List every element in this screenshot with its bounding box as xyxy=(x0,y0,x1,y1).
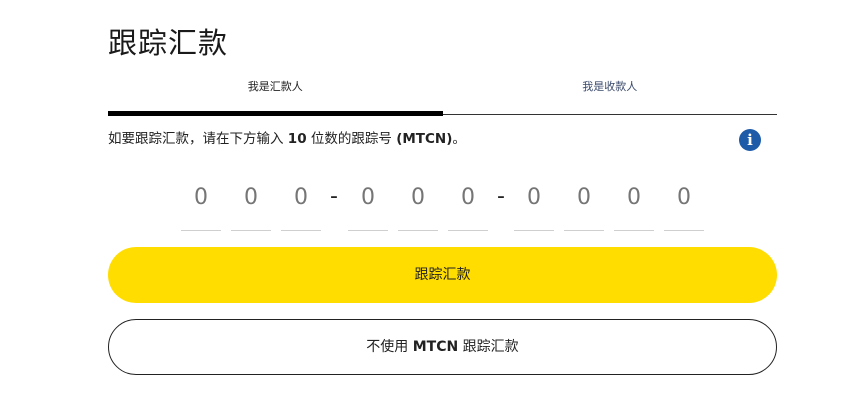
mtcn-digit-4[interactable] xyxy=(348,180,388,214)
instruction-middle: 位数的跟踪号 xyxy=(306,131,397,147)
instruction-code: (MTCN) xyxy=(396,131,453,147)
tab-receiver[interactable]: 我是收款人 xyxy=(443,70,778,114)
instruction-prefix: 如要跟踪汇款，请在下方输入 xyxy=(108,131,288,147)
no-mtcn-suffix: 跟踪汇款 xyxy=(458,339,519,355)
page: 跟踪汇款 我是汇款人 我是收款人 如要跟踪汇款，请在下方输入 10 位数的跟踪号… xyxy=(0,0,860,417)
instruction-count: 10 xyxy=(287,131,307,147)
mtcn-digit-8[interactable] xyxy=(564,180,604,214)
mtcn-digit-box xyxy=(348,180,388,231)
tab-sender[interactable]: 我是汇款人 xyxy=(108,70,443,116)
mtcn-digit-box xyxy=(614,180,654,231)
info-icon[interactable]: i xyxy=(739,129,761,151)
mtcn-digit-box xyxy=(514,180,554,231)
mtcn-digit-box xyxy=(281,180,321,231)
tab-bar: 我是汇款人 我是收款人 xyxy=(108,70,778,116)
mtcn-input-row: - - xyxy=(181,180,721,232)
mtcn-digit-box xyxy=(231,180,271,231)
instruction-suffix: 。 xyxy=(452,131,466,147)
mtcn-digit-box xyxy=(448,180,488,231)
no-mtcn-prefix: 不使用 xyxy=(366,339,413,355)
mtcn-digit-6[interactable] xyxy=(448,180,488,214)
mtcn-digit-3[interactable] xyxy=(281,180,321,214)
mtcn-separator: - xyxy=(497,184,505,209)
track-transfer-button[interactable]: 跟踪汇款 xyxy=(108,247,777,303)
mtcn-digit-7[interactable] xyxy=(514,180,554,214)
mtcn-digit-9[interactable] xyxy=(614,180,654,214)
mtcn-separator: - xyxy=(330,184,338,209)
track-without-mtcn-button[interactable]: 不使用 MTCN 跟踪汇款 xyxy=(108,319,777,375)
mtcn-digit-box xyxy=(181,180,221,231)
no-mtcn-code: MTCN xyxy=(412,339,459,355)
mtcn-digit-2[interactable] xyxy=(231,180,271,214)
mtcn-digit-box xyxy=(664,180,704,231)
mtcn-digit-5[interactable] xyxy=(398,180,438,214)
mtcn-digit-1[interactable] xyxy=(181,180,221,214)
instruction-text: 如要跟踪汇款，请在下方输入 10 位数的跟踪号 (MTCN)。 xyxy=(108,128,466,150)
page-title: 跟踪汇款 xyxy=(108,26,229,61)
mtcn-digit-box xyxy=(564,180,604,231)
mtcn-digit-box xyxy=(398,180,438,231)
mtcn-digit-10[interactable] xyxy=(664,180,704,214)
